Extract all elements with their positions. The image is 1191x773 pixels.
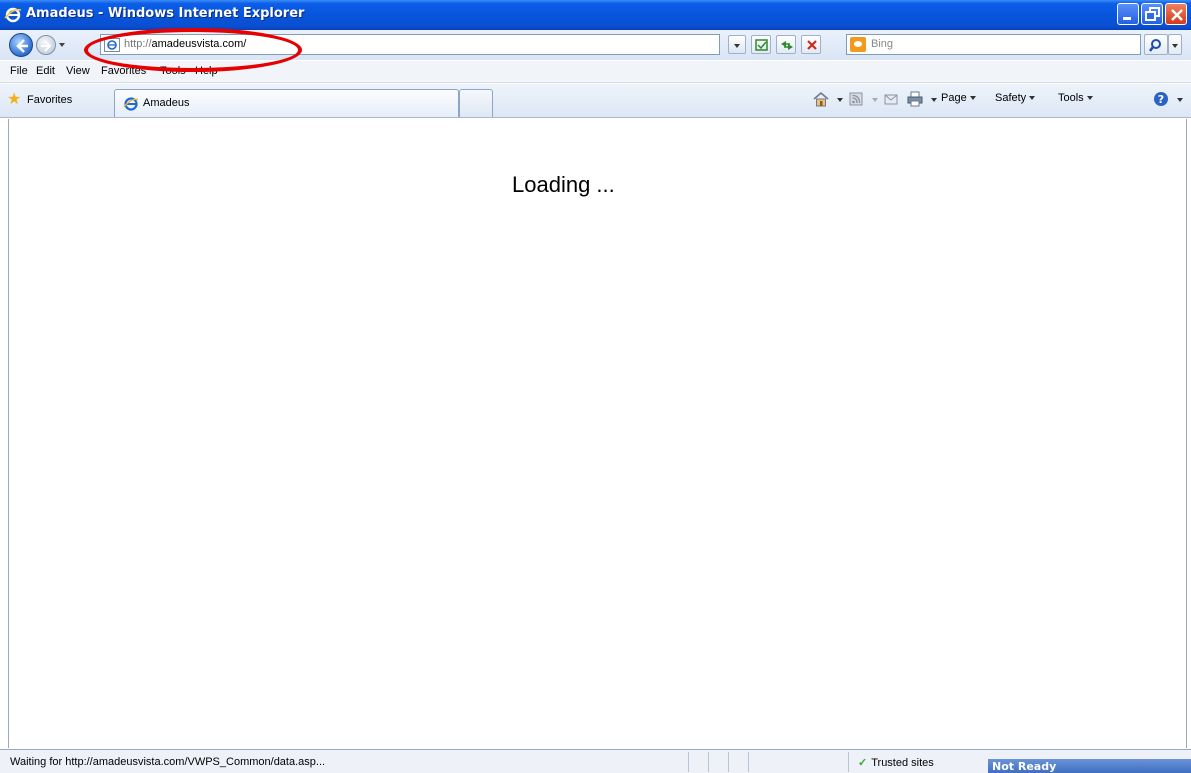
- tab-title: Amadeus: [143, 97, 190, 109]
- feeds-icon[interactable]: [847, 90, 865, 108]
- page-menu[interactable]: Page: [941, 92, 976, 104]
- status-divider: [688, 752, 689, 772]
- favorites-bar: ★ Favorites Amadeus Page Safety Tools ?: [0, 84, 1191, 118]
- security-zone[interactable]: ✓ Trusted sites: [858, 756, 934, 769]
- favorites-label: Favorites: [27, 94, 73, 106]
- favorites-button[interactable]: ★ Favorites: [5, 90, 78, 112]
- status-divider: [848, 752, 849, 772]
- address-bar[interactable]: http://amadeusvista.com/: [100, 34, 720, 55]
- menu-tools[interactable]: Tools: [160, 65, 186, 77]
- search-placeholder: Bing: [871, 38, 894, 50]
- status-divider: [748, 752, 749, 772]
- status-divider: [728, 752, 729, 772]
- status-bar: Waiting for http://amadeusvista.com/VWPS…: [0, 749, 1191, 773]
- feeds-dropdown-icon: [872, 98, 878, 102]
- loading-message: Loading ...: [512, 172, 615, 197]
- recent-pages-dropdown[interactable]: [59, 43, 65, 47]
- stop-button[interactable]: [801, 35, 821, 54]
- menu-help[interactable]: Help: [195, 65, 218, 77]
- chevron-down-icon: [734, 43, 740, 48]
- chevron-down-icon: [1172, 43, 1178, 48]
- restore-button[interactable]: [1141, 3, 1163, 25]
- help-icon[interactable]: ?: [1152, 90, 1170, 108]
- page-content: [8, 119, 1187, 748]
- refresh-icon: [781, 41, 793, 50]
- menu-edit[interactable]: Edit: [36, 65, 55, 77]
- bing-icon: [850, 37, 866, 52]
- new-tab-button[interactable]: [459, 89, 493, 117]
- minimize-button[interactable]: [1117, 3, 1139, 25]
- refresh-button[interactable]: [776, 35, 796, 54]
- forward-button[interactable]: [36, 35, 56, 55]
- close-window-button[interactable]: [1165, 3, 1187, 25]
- tab-ie-icon: [123, 97, 139, 111]
- menu-favorites[interactable]: Favorites: [101, 65, 146, 77]
- compatibility-view-button[interactable]: [751, 35, 771, 54]
- search-icon: [1149, 39, 1161, 52]
- address-url[interactable]: http://amadeusvista.com/: [124, 38, 246, 50]
- search-options-dropdown[interactable]: [1168, 34, 1182, 55]
- print-dropdown-icon[interactable]: [931, 98, 937, 102]
- not-ready-notification: Not Ready: [988, 759, 1191, 773]
- menu-view[interactable]: View: [66, 65, 90, 77]
- home-dropdown-icon[interactable]: [837, 98, 843, 102]
- close-icon: [1171, 9, 1183, 21]
- status-text: Waiting for http://amadeusvista.com/VWPS…: [10, 756, 326, 768]
- internet-explorer-icon: [4, 7, 22, 23]
- tab-amadeus[interactable]: Amadeus: [114, 89, 459, 117]
- svg-text:?: ?: [1158, 93, 1164, 106]
- address-toolbar: http://amadeusvista.com/ Bing: [0, 30, 1191, 60]
- forward-arrow-icon: [41, 40, 52, 52]
- title-bar: Amadeus - Windows Internet Explorer: [0, 0, 1191, 30]
- menu-bar: File Edit View Favorites Tools Help: [0, 61, 1191, 83]
- checkmark-icon: ✓: [858, 757, 868, 769]
- status-divider: [708, 752, 709, 772]
- back-arrow-icon: [16, 39, 28, 53]
- compatibility-icon: [755, 39, 768, 51]
- restore-icon: [1145, 7, 1160, 21]
- safety-menu[interactable]: Safety: [995, 92, 1036, 104]
- home-icon[interactable]: [812, 90, 830, 108]
- tools-menu[interactable]: Tools: [1058, 92, 1093, 104]
- favorites-star-icon: ★: [7, 91, 22, 108]
- window-title: Amadeus - Windows Internet Explorer: [26, 6, 305, 21]
- print-icon[interactable]: [906, 90, 924, 108]
- search-button[interactable]: [1144, 34, 1168, 55]
- help-dropdown-icon[interactable]: [1177, 98, 1183, 102]
- minimize-icon: [1123, 17, 1131, 20]
- menu-file[interactable]: File: [10, 65, 28, 77]
- page-ie-icon: [104, 38, 120, 52]
- search-box[interactable]: Bing: [846, 34, 1141, 55]
- stop-icon: [807, 40, 817, 50]
- back-button[interactable]: [9, 33, 33, 57]
- address-dropdown-button[interactable]: [728, 35, 746, 54]
- read-mail-icon[interactable]: [882, 90, 900, 108]
